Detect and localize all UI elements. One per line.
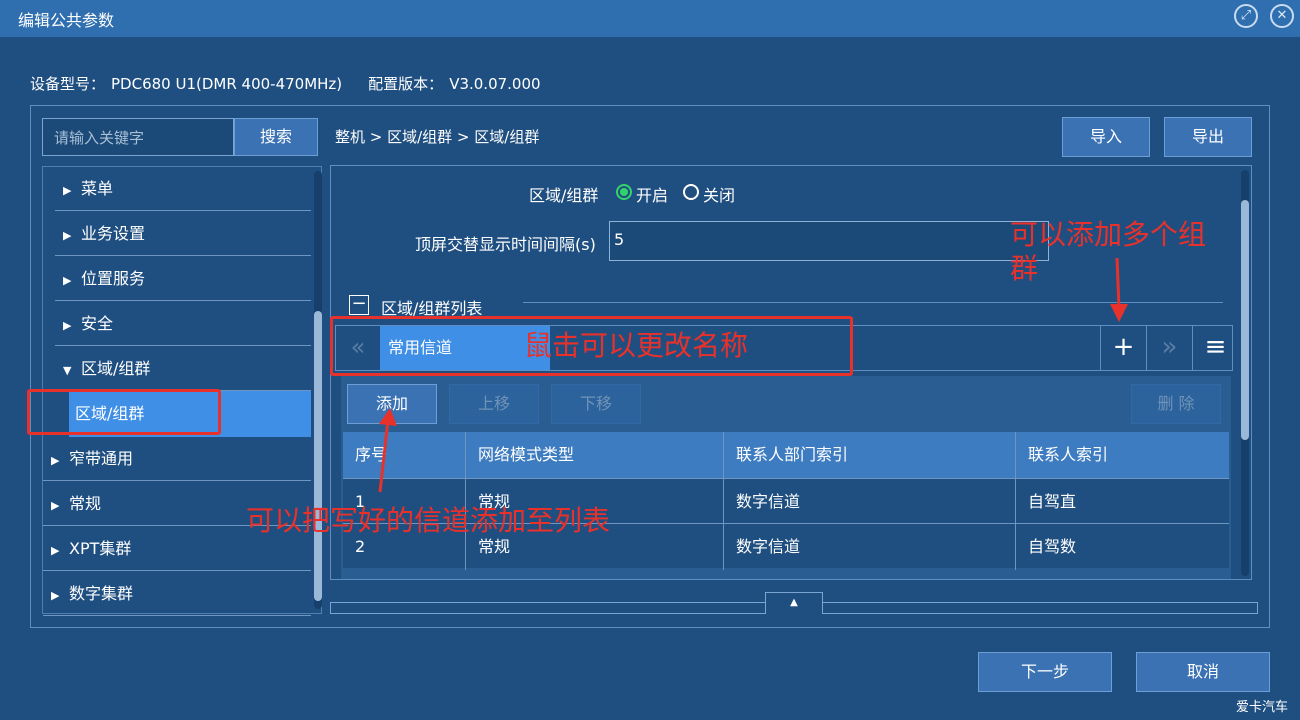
annotation-arrows	[378, 257, 1128, 493]
watermark: 爱卡汽车	[1236, 700, 1289, 715]
arrow-head-add-icon	[1110, 304, 1128, 322]
arrow-head-add-button	[379, 408, 397, 426]
arrow-to-add-icon	[1115, 257, 1121, 309]
arrow-to-add-button	[378, 419, 390, 493]
